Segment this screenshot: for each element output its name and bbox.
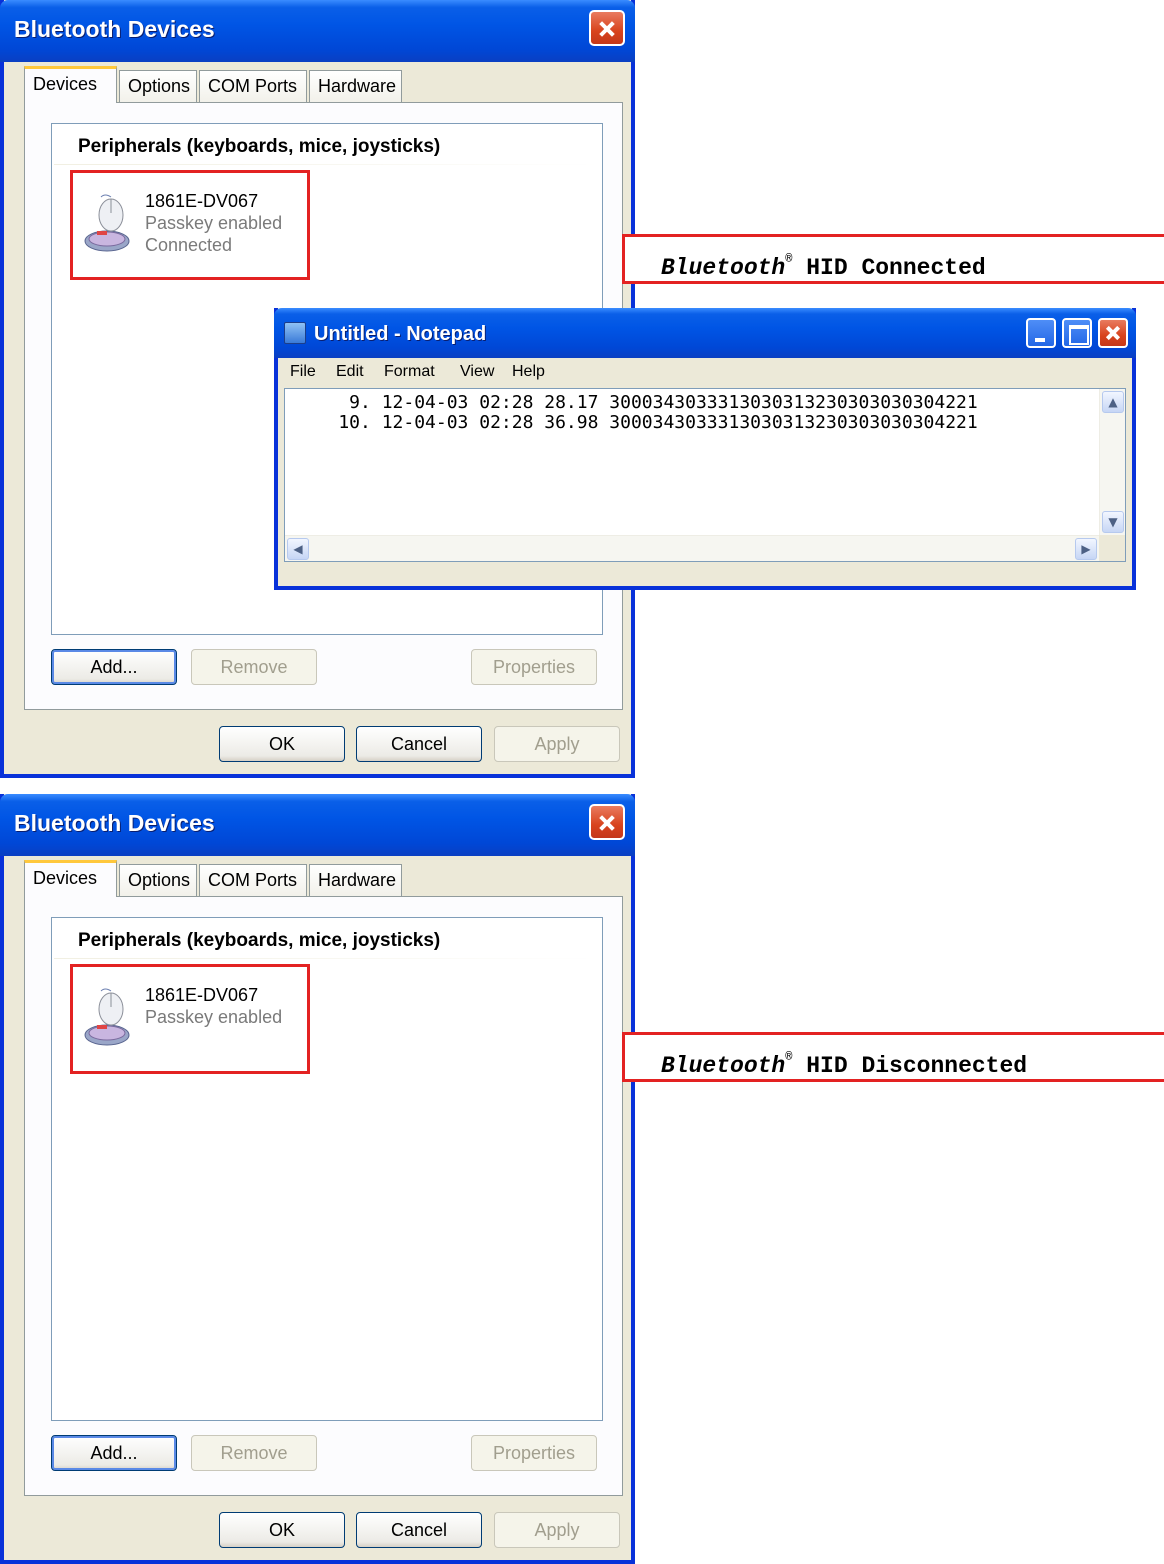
minimize-button[interactable] <box>1026 318 1056 348</box>
notepad-window: Untitled - Notepad File Edit Format View… <box>274 308 1136 590</box>
dialog-title: Bluetooth Devices <box>14 16 215 42</box>
notepad-title: Untitled - Notepad <box>314 323 487 345</box>
horizontal-scrollbar[interactable]: ◀ ▶ <box>285 535 1099 561</box>
annotation-hid-connected: Bluetooth® HID Connected <box>622 234 1164 284</box>
menu-view[interactable]: View <box>460 358 494 386</box>
ok-button[interactable]: OK <box>219 1512 345 1548</box>
tab-hardware[interactable]: Hardware <box>309 70 402 102</box>
tab-devices[interactable]: Devices <box>24 66 117 103</box>
annotation-connected-text: HID Connected <box>792 255 986 281</box>
header-divider <box>54 958 600 959</box>
notepad-line: 10. 12-04-03 02:28 36.98 300034303331303… <box>295 412 978 433</box>
list-header: Peripherals (keyboards, mice, joysticks) <box>78 930 441 951</box>
apply-button[interactable]: Apply <box>494 726 620 762</box>
dialog-title: Bluetooth Devices <box>14 810 215 836</box>
device-status-connected: Connected <box>145 235 233 255</box>
remove-button[interactable]: Remove <box>191 649 317 685</box>
notepad-close-button[interactable] <box>1098 318 1128 348</box>
menu-edit[interactable]: Edit <box>336 358 364 386</box>
title-bar[interactable]: Bluetooth Devices <box>0 0 635 62</box>
device-status-passkey: Passkey enabled <box>145 213 283 233</box>
device-list[interactable]: Peripherals (keyboards, mice, joysticks)… <box>51 917 603 1421</box>
properties-button[interactable]: Properties <box>471 649 597 685</box>
maximize-button[interactable] <box>1062 318 1092 348</box>
devices-panel: Peripherals (keyboards, mice, joysticks)… <box>24 896 623 1496</box>
menu-format[interactable]: Format <box>384 358 435 386</box>
tab-options[interactable]: Options <box>119 864 197 896</box>
close-button[interactable] <box>589 10 625 46</box>
close-button[interactable] <box>589 804 625 840</box>
scroll-left-icon[interactable]: ◀ <box>287 538 309 560</box>
properties-button[interactable]: Properties <box>471 1435 597 1471</box>
annotation-brand: Bluetooth <box>661 1053 786 1079</box>
tab-com-ports[interactable]: COM Ports <box>199 864 307 896</box>
annotation-hid-disconnected: Bluetooth® HID Disconnected <box>622 1032 1164 1082</box>
apply-button[interactable]: Apply <box>494 1512 620 1548</box>
device-name: 1861E-DV067 <box>145 191 259 211</box>
tab-com-ports[interactable]: COM Ports <box>199 70 307 102</box>
annotation-brand: Bluetooth <box>661 255 786 281</box>
cancel-button[interactable]: Cancel <box>356 726 482 762</box>
resize-grip-icon[interactable] <box>1099 535 1125 561</box>
tab-devices[interactable]: Devices <box>24 860 117 897</box>
cancel-button[interactable]: Cancel <box>356 1512 482 1548</box>
notepad-content: 9. 12-04-03 02:28 28.17 3000343033313030… <box>295 392 978 433</box>
device-item-highlight[interactable]: 1861E-DV067 Passkey enabled Connected <box>70 170 310 280</box>
notepad-line: 9. 12-04-03 02:28 28.17 3000343033313030… <box>295 392 978 413</box>
scroll-up-icon[interactable]: ▲ <box>1102 391 1124 413</box>
tab-hardware[interactable]: Hardware <box>309 864 402 896</box>
scroll-down-icon[interactable]: ▼ <box>1102 511 1124 533</box>
menu-bar: File Edit Format View Help <box>278 358 1132 386</box>
tab-options[interactable]: Options <box>119 70 197 102</box>
add-button[interactable]: Add... <box>51 1435 177 1471</box>
notepad-icon <box>284 322 306 344</box>
header-divider <box>54 164 600 165</box>
add-button[interactable]: Add... <box>51 649 177 685</box>
notepad-title-bar[interactable]: Untitled - Notepad <box>274 308 1136 358</box>
annotation-disconnected-text: HID Disconnected <box>792 1053 1028 1079</box>
title-bar[interactable]: Bluetooth Devices <box>0 794 635 856</box>
scroll-right-icon[interactable]: ▶ <box>1075 538 1097 560</box>
list-header: Peripherals (keyboards, mice, joysticks) <box>78 136 441 157</box>
bluetooth-mouse-icon <box>84 988 130 1046</box>
bluetooth-devices-dialog-disconnected: Bluetooth Devices Devices Options COM Po… <box>0 794 635 1564</box>
device-name: 1861E-DV067 <box>145 985 259 1005</box>
ok-button[interactable]: OK <box>219 726 345 762</box>
bluetooth-mouse-icon <box>84 194 130 252</box>
device-item-highlight[interactable]: 1861E-DV067 Passkey enabled <box>70 964 310 1074</box>
notepad-text-area[interactable]: 9. 12-04-03 02:28 28.17 3000343033313030… <box>284 388 1126 562</box>
menu-file[interactable]: File <box>290 358 316 386</box>
vertical-scrollbar[interactable]: ▲ ▼ <box>1099 389 1125 535</box>
device-status-passkey: Passkey enabled <box>145 1007 283 1027</box>
remove-button[interactable]: Remove <box>191 1435 317 1471</box>
menu-help[interactable]: Help <box>512 358 545 386</box>
